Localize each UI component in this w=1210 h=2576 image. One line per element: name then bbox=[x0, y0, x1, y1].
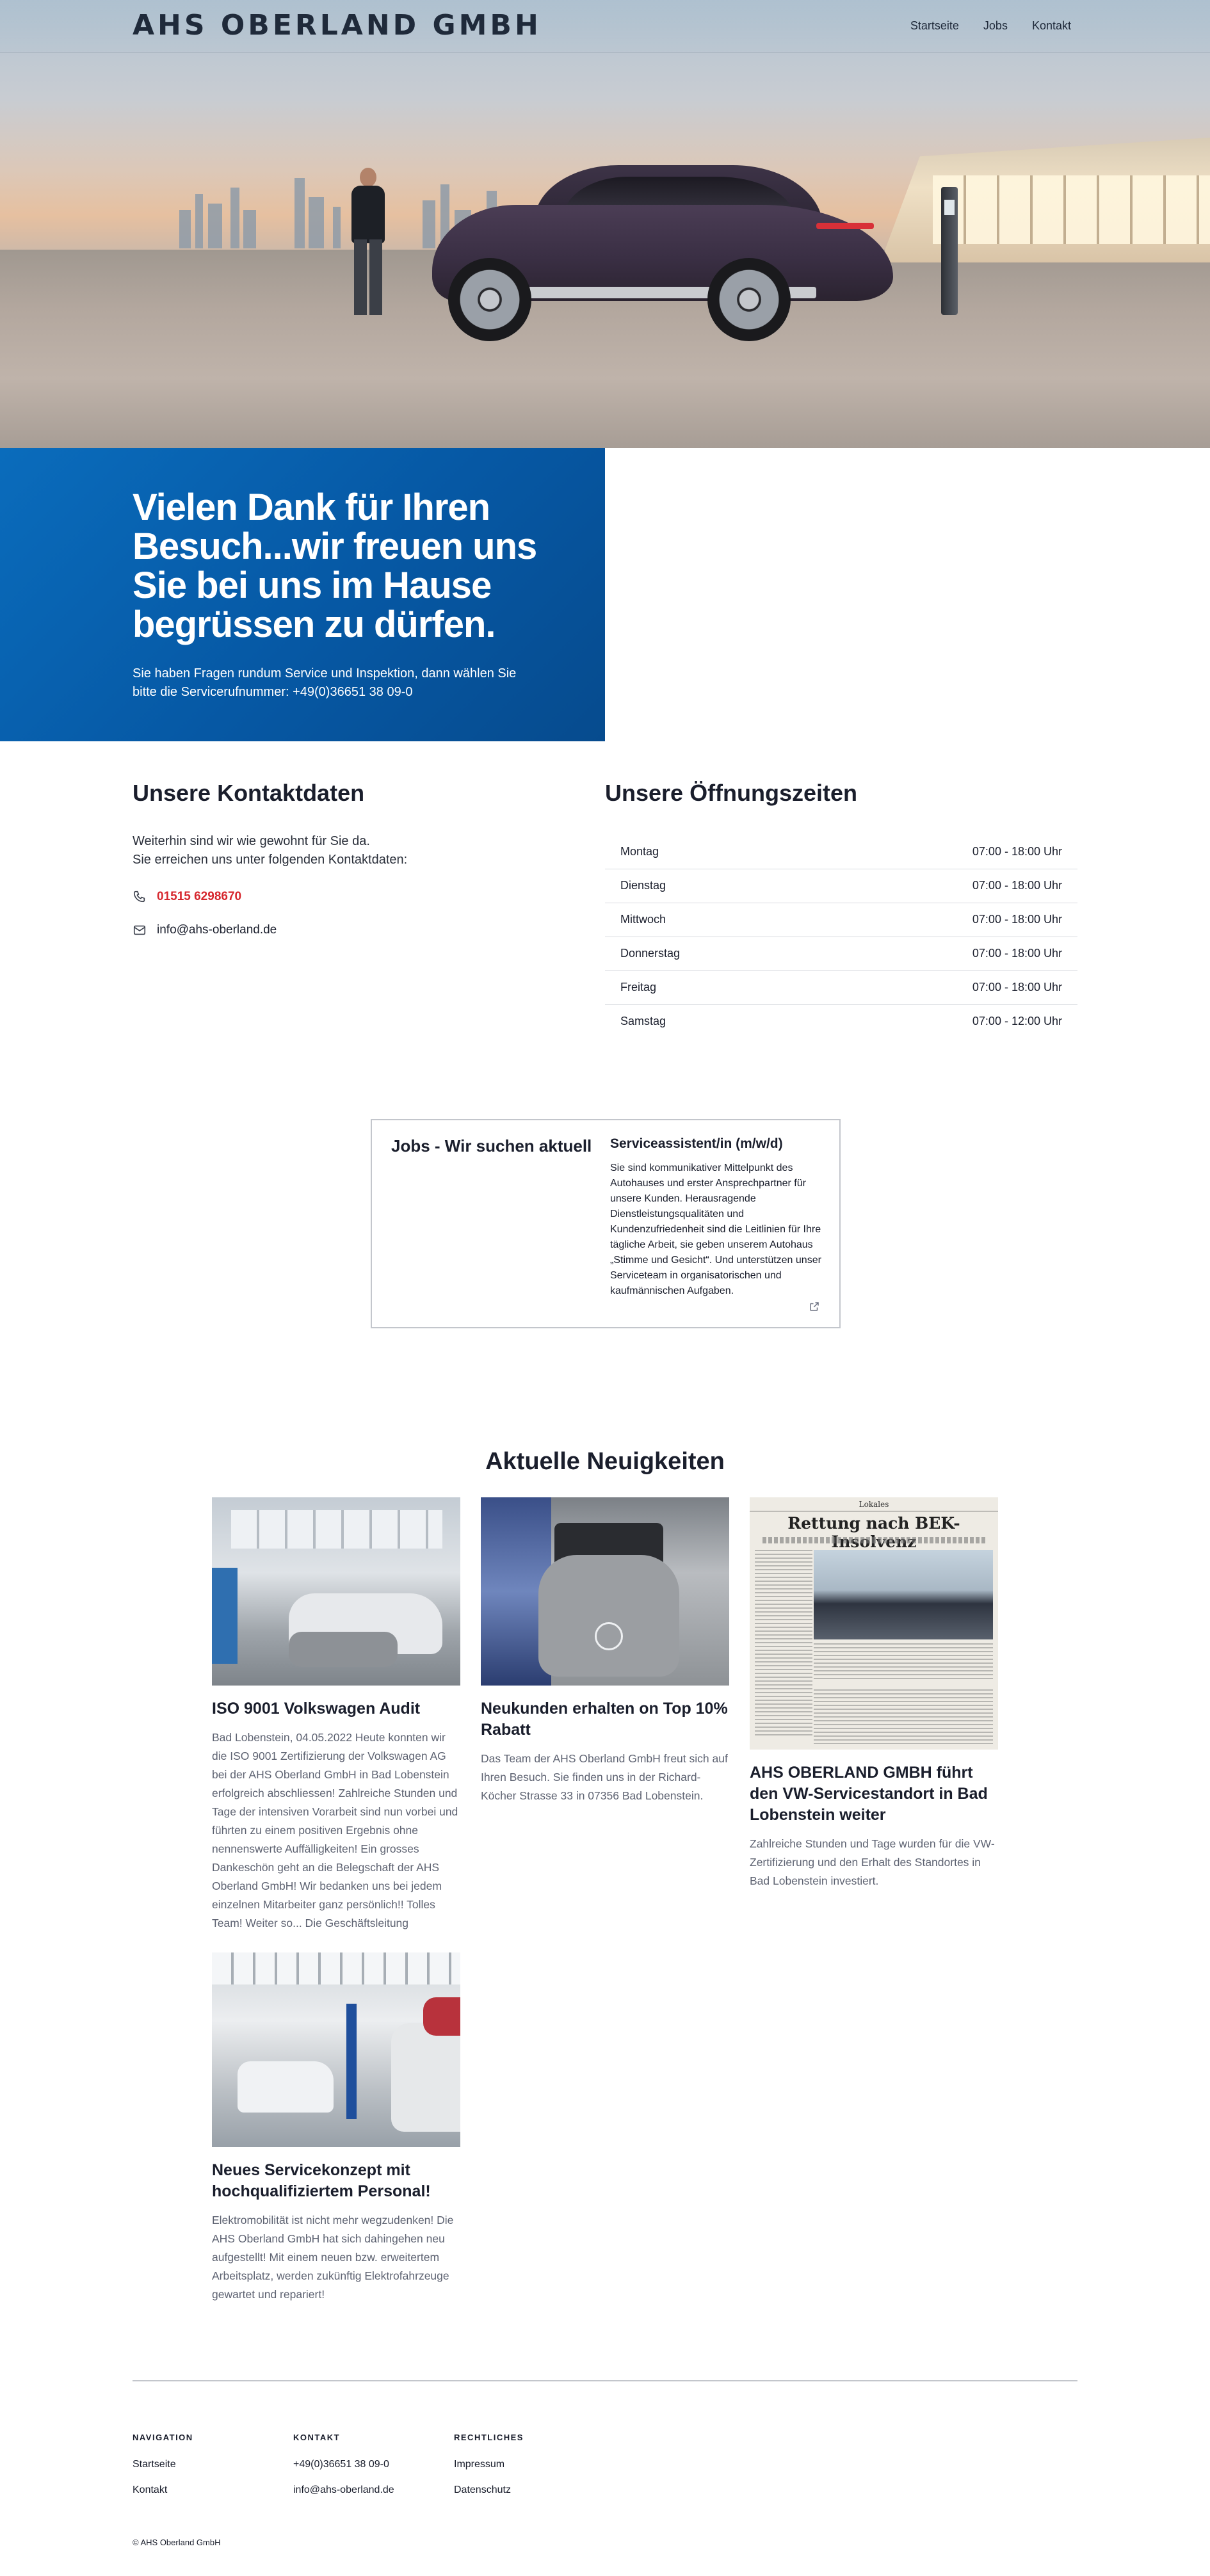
news-image-workshop[interactable] bbox=[212, 1497, 460, 1686]
table-row: Samstag 07:00 - 12:00 Uhr bbox=[605, 1004, 1077, 1038]
news-image-newspaper[interactable]: Lokales Rettung nach BEK-Insolvenz bbox=[750, 1497, 998, 1750]
news-card-text: Elektromobilität ist nicht mehr wegzuden… bbox=[212, 2214, 454, 2301]
contact-section: Unsere Kontaktdaten Weiterhin sind wir w… bbox=[133, 780, 529, 937]
table-row: Mittwoch 07:00 - 18:00 Uhr bbox=[605, 903, 1077, 937]
news-card[interactable]: Lokales Rettung nach BEK-Insolvenz AHS O… bbox=[750, 1497, 998, 1890]
jobs-box: Jobs - Wir suchen aktuell Serviceassiste… bbox=[371, 1119, 841, 1328]
footer-heading: NAVIGATION bbox=[133, 2433, 193, 2442]
opening-hours-table: Montag 07:00 - 18:00 Uhr Dienstag 07:00 - … bbox=[605, 835, 1077, 1038]
footer-phone-link[interactable]: +49(0)36651 38 09-0 bbox=[293, 2459, 394, 2470]
time-cell: 07:00 - 18:00 Uhr bbox=[802, 937, 1077, 971]
welcome-text: Sie haben Fragen rundum Service und Insp… bbox=[133, 666, 517, 699]
footer-link-datenschutz[interactable]: Datenschutz bbox=[454, 2484, 524, 2496]
day-cell: Donnerstag bbox=[605, 937, 802, 971]
nav-jobs[interactable]: Jobs bbox=[983, 19, 1008, 33]
footer-navigation: NAVIGATION Startseite Kontakt bbox=[133, 2433, 193, 2496]
nav-kontakt[interactable]: Kontakt bbox=[1032, 19, 1071, 33]
hero-banner: AHS OBERLAND GMBH Startseite Jobs Kontak… bbox=[0, 0, 1210, 448]
footer-link-startseite[interactable]: Startseite bbox=[133, 2459, 193, 2470]
job-position-title[interactable]: Serviceassistent/in (m/w/d) bbox=[610, 1136, 783, 1152]
contact-phone[interactable]: 01515 6298670 bbox=[157, 890, 241, 904]
contact-intro-line-1: Weiterhin sind wir wie gewohnt für Sie d… bbox=[133, 834, 370, 848]
footer-heading: RECHTLICHES bbox=[454, 2433, 524, 2442]
newspaper-kicker: Lokales bbox=[750, 1497, 998, 1511]
day-cell: Montag bbox=[605, 835, 802, 869]
hero-building bbox=[880, 138, 1210, 262]
phone-icon bbox=[133, 890, 147, 904]
welcome-banner: Vielen Dank für Ihren Besuch...wir freue… bbox=[0, 448, 605, 741]
copyright: © AHS Oberland GmbH bbox=[133, 2538, 221, 2547]
news-card-text: Bad Lobenstein, 04.05.2022 Heute konnten… bbox=[212, 1731, 458, 1929]
time-cell: 07:00 - 18:00 Uhr bbox=[802, 903, 1077, 937]
news-card-text: Zahlreiche Stunden und Tage wurden für d… bbox=[750, 1837, 995, 1887]
hero-charging-station bbox=[941, 187, 958, 315]
footer-link-kontakt[interactable]: Kontakt bbox=[133, 2484, 193, 2496]
news-card[interactable]: Neukunden erhalten on Top 10% Rabatt Das… bbox=[481, 1497, 729, 1805]
news-card-title[interactable]: AHS OBERLAND GMBH führt den VW-Servicest… bbox=[750, 1762, 998, 1826]
jobs-title: Jobs - Wir suchen aktuell bbox=[391, 1136, 592, 1155]
table-row: Freitag 07:00 - 18:00 Uhr bbox=[605, 970, 1077, 1005]
hero-car bbox=[432, 165, 893, 341]
news-card-title[interactable]: ISO 9001 Volkswagen Audit bbox=[212, 1698, 460, 1719]
news-image-covered-car[interactable] bbox=[481, 1497, 729, 1686]
site-logo[interactable]: AHS OBERLAND GMBH bbox=[133, 12, 542, 40]
contact-email-row[interactable]: info@ahs-oberland.de bbox=[133, 923, 277, 937]
job-description: Sie sind kommunikativer Mittelpunkt des … bbox=[610, 1163, 821, 1296]
day-cell: Samstag bbox=[620, 1015, 666, 1028]
day-cell: Dienstag bbox=[605, 869, 802, 903]
contact-intro: Weiterhin sind wir wie gewohnt für Sie d… bbox=[133, 832, 529, 869]
contact-phone-row[interactable]: 01515 6298670 bbox=[133, 890, 241, 904]
time-cell: 07:00 - 12:00 Uhr bbox=[972, 1015, 1062, 1028]
footer-email-link[interactable]: info@ahs-oberland.de bbox=[293, 2484, 394, 2496]
main-nav: Startseite Jobs Kontakt bbox=[910, 19, 1071, 33]
footer-contact: KONTAKT +49(0)36651 38 09-0 info@ahs-obe… bbox=[293, 2433, 394, 2496]
time-cell: 07:00 - 18:00 Uhr bbox=[802, 869, 1077, 903]
news-title: Aktuelle Neuigkeiten bbox=[485, 1448, 725, 1475]
newspaper-headline: Rettung nach BEK-Insolvenz bbox=[787, 1514, 960, 1551]
external-link-icon[interactable] bbox=[809, 1301, 820, 1312]
footer-legal: RECHTLICHES Impressum Datenschutz bbox=[454, 2433, 524, 2496]
day-cell: Mittwoch bbox=[605, 903, 802, 937]
table-row: Dienstag 07:00 - 18:00 Uhr bbox=[605, 869, 1077, 903]
welcome-headline: Vielen Dank für Ihren Besuch...wir freue… bbox=[133, 487, 537, 645]
day-cell: Freitag bbox=[605, 970, 802, 1005]
opening-hours-section: Unsere Öffnungszeiten Montag 07:00 - 18:0… bbox=[605, 780, 1077, 1038]
opening-hours-title: Unsere Öffnungszeiten bbox=[605, 780, 858, 806]
footer-link-impressum[interactable]: Impressum bbox=[454, 2459, 524, 2470]
contact-intro-line-2: Sie erreichen uns unter folgenden Kontak… bbox=[133, 853, 408, 867]
footer-divider bbox=[133, 2380, 1077, 2381]
contact-title: Unsere Kontaktdaten bbox=[133, 780, 365, 806]
time-cell: 07:00 - 18:00 Uhr bbox=[802, 970, 1077, 1005]
hero-person bbox=[343, 168, 394, 318]
news-card[interactable]: Neues Servicekonzept mit hochqualifizier… bbox=[212, 1952, 460, 2304]
mail-icon bbox=[133, 923, 147, 937]
news-card-text: Das Team der AHS Oberland GmbH freut sic… bbox=[481, 1752, 728, 1802]
contact-email[interactable]: info@ahs-oberland.de bbox=[157, 923, 277, 937]
footer-heading: KONTAKT bbox=[293, 2433, 341, 2442]
news-card[interactable]: ISO 9001 Volkswagen Audit Bad Lobenstein… bbox=[212, 1497, 460, 1933]
nav-startseite[interactable]: Startseite bbox=[910, 19, 959, 33]
table-row: Donnerstag 07:00 - 18:00 Uhr bbox=[605, 937, 1077, 971]
time-cell: 07:00 - 18:00 Uhr bbox=[802, 835, 1077, 869]
news-card-title[interactable]: Neukunden erhalten on Top 10% Rabatt bbox=[481, 1698, 729, 1741]
news-image-service-hall[interactable] bbox=[212, 1952, 460, 2147]
news-card-title[interactable]: Neues Servicekonzept mit hochqualifizier… bbox=[212, 2160, 460, 2202]
table-row: Montag 07:00 - 18:00 Uhr bbox=[605, 835, 1077, 869]
